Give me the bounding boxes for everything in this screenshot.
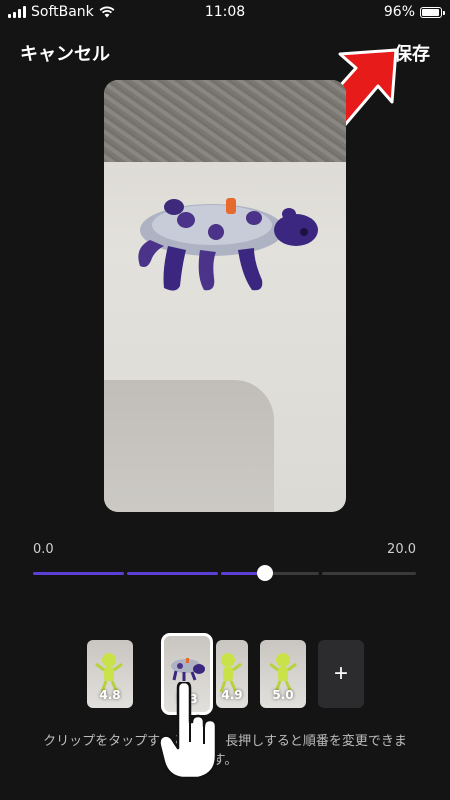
add-clip-button[interactable]: +	[318, 640, 364, 708]
clip-segment	[266, 572, 319, 575]
video-preview[interactable]	[104, 80, 346, 512]
timeline-end-label: 20.0	[387, 542, 416, 557]
clip-duration: 5.0	[272, 688, 294, 702]
clip-thumbnail[interactable]: 5.0	[260, 640, 306, 708]
clip-strip: 4.8 5.3 4.9 5.0 +	[0, 633, 450, 715]
battery-icon	[420, 6, 445, 18]
clip-segment	[33, 572, 124, 575]
battery-percent: 96%	[383, 4, 415, 20]
status-bar: SoftBank 11:08 96%	[0, 0, 450, 26]
clip-segment	[127, 572, 218, 575]
timeline-track[interactable]	[33, 572, 416, 575]
toy-image	[138, 198, 318, 291]
clip-duration: 4.8	[99, 688, 121, 702]
status-right: 96%	[383, 4, 445, 20]
clock: 11:08	[204, 4, 246, 20]
hint-text: クリップをタップすると編集、長押しすると順番を変更できます。	[43, 734, 407, 768]
clip-segment	[322, 572, 416, 575]
timeline-start-label: 0.0	[33, 542, 54, 557]
cancel-button[interactable]: キャンセル	[20, 40, 110, 66]
timeline-playhead[interactable]	[257, 565, 273, 581]
tap-hand-icon	[158, 682, 218, 780]
clip-thumbnail[interactable]: 4.8	[87, 640, 133, 708]
